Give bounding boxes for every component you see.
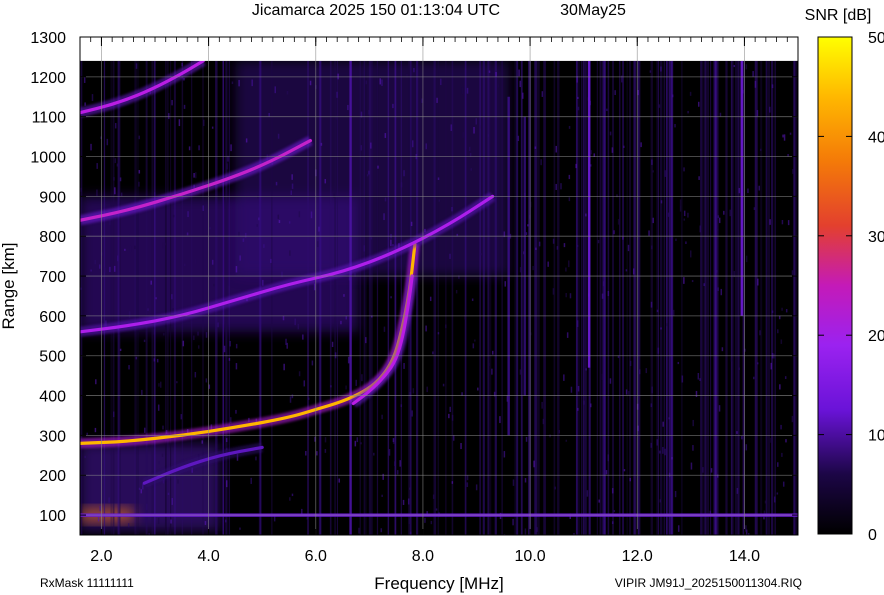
y-tick-label-5: 600: [39, 309, 66, 326]
colorbar-title: SNR [dB]: [805, 7, 872, 24]
colorbar-tick-label-2: 20: [868, 328, 884, 345]
colorbar-tick-label-0: 0: [868, 527, 877, 544]
y-tick-label-7: 800: [39, 229, 66, 246]
file-label: VIPIR JM91J_2025150011304.RIQ: [615, 576, 802, 590]
chart-date: 30May25: [560, 2, 626, 19]
vertical-line-1: [740, 60, 743, 316]
x-tick-label-3: 8.0: [412, 548, 434, 565]
y-tick-label-10: 1100: [32, 110, 67, 127]
colorbar-tick-label-5: 50: [868, 30, 884, 47]
x-tick-label-1: 4.0: [197, 548, 219, 565]
y-tick-label-6: 700: [39, 269, 66, 286]
rxmask-label: RxMask 11111111: [40, 576, 134, 590]
y-tick-label-0: 100: [39, 508, 66, 525]
y-tick-label-3: 400: [39, 389, 66, 406]
x-tick-label-4: 10.0: [515, 548, 546, 565]
x-tick-label-5: 12.0: [622, 548, 653, 565]
y-tick-label-11: 1200: [30, 70, 66, 87]
vertical-line-4: [523, 116, 526, 396]
x-axis-label: Frequency [MHz]: [374, 574, 503, 593]
colorbar-tick-label-4: 40: [868, 129, 884, 146]
vertical-line-0: [587, 60, 591, 368]
vertical-line-3: [507, 96, 510, 436]
x-tick-label-6: 14.0: [729, 548, 760, 565]
colorbar-tick-label-3: 30: [868, 229, 884, 246]
chart-title: Jicamarca 2025 150 01:13:04 UTC: [252, 2, 500, 19]
y-tick-label-12: 1300: [30, 30, 66, 47]
ionogram-chart: Jicamarca 2025 150 01:13:04 UTC 30May25 …: [0, 2, 884, 593]
y-tick-label-8: 900: [39, 189, 66, 206]
x-tick-label-2: 6.0: [305, 548, 327, 565]
y-tick-label-1: 200: [39, 468, 66, 485]
colorbar: [817, 36, 853, 535]
y-axis-label: Range [km]: [0, 243, 18, 330]
y-tick-label-2: 300: [39, 428, 66, 445]
y-tick-label-9: 1000: [30, 150, 66, 167]
x-tick-label-0: 2.0: [90, 548, 112, 565]
colorbar-tick-label-1: 10: [868, 428, 884, 445]
vertical-line-2: [349, 60, 352, 535]
y-tick-label-4: 500: [39, 349, 66, 366]
